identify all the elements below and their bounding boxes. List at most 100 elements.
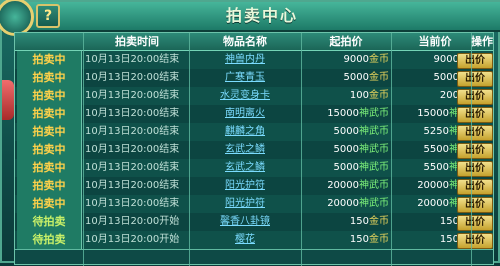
bid-button[interactable]: 出价 bbox=[457, 125, 493, 141]
start-price-value: 100 bbox=[349, 90, 369, 101]
start-price-unit: 神武币 bbox=[359, 108, 389, 119]
table-row: 待拍卖10月13日20:00开始馨香八卦镜150金币150金币出价 bbox=[15, 213, 493, 232]
status-badge: 拍卖中 bbox=[17, 123, 82, 141]
start-price-value: 20000 bbox=[327, 180, 359, 191]
bid-button[interactable]: 出价 bbox=[457, 161, 493, 177]
item-name-link[interactable]: 阳光护符 bbox=[189, 195, 301, 213]
start-price-value: 150 bbox=[349, 234, 369, 245]
auction-time: 10月13日20:00结束 bbox=[85, 162, 180, 173]
title-bar: ? 拍卖中心 bbox=[0, 0, 500, 36]
start-price: 15000神武币 bbox=[301, 105, 389, 123]
table-row: 拍卖中10月13日20:00结束玄武之鳞5000神武币 5500 神武币 出价 bbox=[15, 159, 493, 178]
current-price-value: 20000 bbox=[417, 180, 449, 191]
status-badge: 拍卖中 bbox=[17, 159, 82, 177]
item-name-link[interactable]: 馨香八卦镜 bbox=[189, 213, 301, 231]
table-row: 拍卖中10月13日20:00结束水灵变身卡100金币200金币出价 bbox=[15, 87, 493, 106]
current-price-value: 5500 bbox=[423, 162, 449, 173]
start-price: 5000神武币 bbox=[301, 141, 389, 159]
status-badge: 拍卖中 bbox=[17, 87, 82, 105]
start-price: 5000神武币 bbox=[301, 159, 389, 177]
current-price-value: 5000 bbox=[433, 72, 459, 83]
status-badge: 待拍卖 bbox=[17, 213, 82, 231]
auction-time: 10月13日20:00开始 bbox=[85, 216, 180, 227]
item-name-link[interactable]: 玄武之鳞 bbox=[189, 141, 301, 159]
start-price-value: 9000 bbox=[343, 54, 369, 65]
start-price-value: 5000 bbox=[333, 144, 359, 155]
start-price: 5000金币 bbox=[301, 69, 389, 87]
header-current-price: 当前价 bbox=[418, 35, 452, 48]
start-price-value: 5000 bbox=[333, 162, 359, 173]
bid-button[interactable]: 出价 bbox=[457, 215, 493, 231]
status-badge: 拍卖中 bbox=[17, 177, 82, 195]
status-badge: 待拍卖 bbox=[17, 231, 82, 249]
bid-button[interactable]: 出价 bbox=[457, 53, 493, 69]
table-row: 拍卖中10月13日20:00结束阳光护符20000神武币20000神武币出价 bbox=[15, 195, 493, 214]
current-price-value: 15000 bbox=[417, 108, 449, 119]
start-price-unit: 金币 bbox=[369, 54, 389, 65]
table-row: 拍卖中10月13日20:00结束神兽内丹9000金币9000金币出价 bbox=[15, 51, 493, 70]
current-price-value: 5500 bbox=[423, 144, 449, 155]
bid-button[interactable]: 出价 bbox=[457, 197, 493, 213]
status-badge: 拍卖中 bbox=[17, 69, 82, 87]
auction-time: 10月13日20:00结束 bbox=[85, 126, 180, 137]
table-row: 拍卖中10月13日20:00结束麒麟之角5000神武币 5250 神武币 出价 bbox=[15, 123, 493, 142]
start-price: 20000神武币 bbox=[301, 177, 389, 195]
column-divider bbox=[83, 33, 84, 266]
start-price-unit: 金币 bbox=[369, 234, 389, 245]
help-button[interactable]: ? bbox=[36, 4, 60, 28]
header-action: 操作 bbox=[471, 35, 493, 48]
auction-time: 10月13日20:00结束 bbox=[85, 198, 180, 209]
item-name-link[interactable]: 广寒青玉 bbox=[189, 69, 301, 87]
start-price-unit: 金币 bbox=[369, 90, 389, 101]
auction-time: 10月13日20:00结束 bbox=[85, 90, 180, 101]
auction-time: 10月13日20:00结束 bbox=[85, 108, 180, 119]
auction-time: 10月13日20:00结束 bbox=[85, 144, 180, 155]
bid-button[interactable]: 出价 bbox=[457, 179, 493, 195]
start-price: 150金币 bbox=[301, 213, 389, 231]
start-price: 100金币 bbox=[301, 87, 389, 105]
item-name-link[interactable]: 阳光护符 bbox=[189, 177, 301, 195]
item-name-link[interactable]: 水灵变身卡 bbox=[189, 87, 301, 105]
status-badge: 拍卖中 bbox=[17, 195, 82, 213]
header-item-name: 物品名称 bbox=[223, 35, 267, 48]
table-row: 待拍卖10月13日20:00开始樱花150金币150金币出价 bbox=[15, 231, 493, 250]
auction-window: ? 拍卖中心 拍卖时间 物品名称 起拍价 当前价 操作 拍卖中 10月13日20:… bbox=[0, 0, 500, 266]
auction-time: 10月13日20:00结束 bbox=[85, 72, 180, 83]
item-name-link[interactable]: 樱花 bbox=[189, 231, 301, 249]
start-price-unit: 神武币 bbox=[359, 198, 389, 209]
auction-time: 10月13日20:00结束 bbox=[85, 54, 180, 65]
start-price-unit: 神武币 bbox=[359, 180, 389, 191]
table-header: 拍卖时间 物品名称 起拍价 当前价 操作 bbox=[15, 33, 493, 51]
start-price-value: 20000 bbox=[327, 198, 359, 209]
item-name-link[interactable]: 麒麟之角 bbox=[189, 123, 301, 141]
bid-button[interactable]: 出价 bbox=[457, 71, 493, 87]
window-title: 拍卖中心 bbox=[225, 6, 298, 25]
bid-button[interactable]: 出价 bbox=[457, 233, 493, 249]
start-price-unit: 神武币 bbox=[359, 144, 389, 155]
item-name-link[interactable]: 玄武之鳞 bbox=[189, 159, 301, 177]
item-name-link[interactable]: 南明离火 bbox=[189, 105, 301, 123]
bid-button[interactable]: 出价 bbox=[457, 89, 493, 105]
bid-button[interactable]: 出价 bbox=[457, 107, 493, 123]
start-price-value: 15000 bbox=[327, 108, 359, 119]
current-price-value: 9000 bbox=[433, 54, 459, 65]
current-price-value: 5250 bbox=[423, 126, 449, 137]
logo-emblem-icon bbox=[0, 0, 34, 36]
start-price: 9000金币 bbox=[301, 51, 389, 69]
header-start-price: 起拍价 bbox=[329, 35, 363, 48]
auction-time: 10月13日20:00结束 bbox=[85, 180, 180, 191]
start-price-value: 5000 bbox=[333, 126, 359, 137]
bid-button[interactable]: 出价 bbox=[457, 143, 493, 159]
auction-time: 10月13日20:00开始 bbox=[85, 234, 180, 245]
status-badge: 拍卖中 bbox=[17, 105, 82, 123]
table-row: 拍卖中10月13日20:00结束阳光护符20000神武币20000神武币出价 bbox=[15, 177, 493, 196]
start-price-unit: 金币 bbox=[369, 216, 389, 227]
start-price-unit: 神武币 bbox=[359, 162, 389, 173]
column-divider bbox=[301, 33, 302, 266]
start-price-value: 150 bbox=[349, 216, 369, 227]
auction-table: 拍卖时间 物品名称 起拍价 当前价 操作 拍卖中 10月13日20:00结束 神兽内… bbox=[14, 32, 494, 266]
table-row: 拍卖中10月13日20:00结束南明离火15000神武币15000神武币出价 bbox=[15, 105, 493, 124]
table-row: 拍卖中10月13日20:00结束广寒青玉5000金币5000金币出价 bbox=[15, 69, 493, 88]
column-divider bbox=[189, 33, 190, 266]
item-name-link[interactable]: 神兽内丹 bbox=[189, 51, 301, 69]
